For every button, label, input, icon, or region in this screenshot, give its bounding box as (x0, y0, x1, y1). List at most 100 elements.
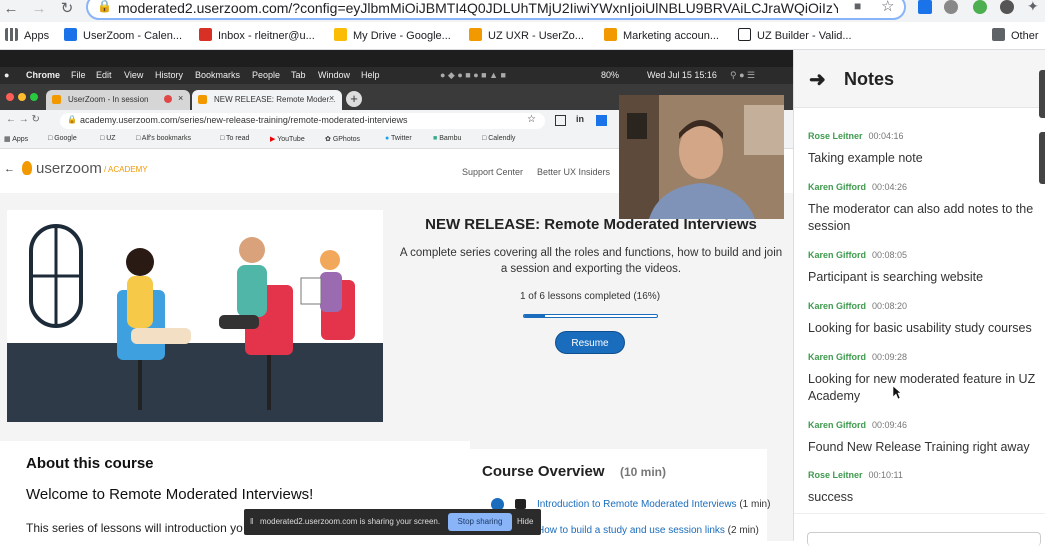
webcam-feed (619, 95, 784, 219)
note-timestamp[interactable]: 00:08:05 (872, 250, 907, 260)
drive-icon (334, 28, 347, 41)
site-logo: userzoom (36, 160, 102, 177)
overview-duration: (10 min) (620, 465, 667, 479)
bookmark-apps[interactable]: Apps (5, 28, 49, 42)
inner-nav-icons: ← → ↻ (6, 114, 40, 125)
hide-share-banner-button: Hide (517, 517, 534, 526)
bookmark-uz-uxr[interactable]: UZ UXR - UserZo... (469, 28, 584, 42)
menu-bookmarks: Bookmarks (195, 70, 241, 80)
note-timestamp[interactable]: 00:04:26 (872, 182, 907, 192)
puzzle-icon[interactable]: ✦ (1027, 0, 1039, 15)
extension-icon (555, 115, 566, 126)
share-banner-text: moderated2.userzoom.com is sharing your … (260, 517, 441, 526)
course-illustration-art (7, 224, 383, 422)
extension-icon[interactable] (973, 0, 987, 14)
back-arrow-icon[interactable]: ← (2, 0, 20, 18)
overview-heading: Course Overview (482, 463, 605, 480)
bookmark-uz-builder[interactable]: UZ Builder - Valid... (738, 28, 852, 42)
notes-panel: ➜ Notes Rose Leitner 00:04:16 Taking exam… (793, 50, 1045, 546)
note-item: Rose Leitner 00:10:11 success (808, 465, 1044, 506)
lesson-1: Introduction to Remote Moderated Intervi… (537, 499, 771, 510)
browser-toolbar: ← → ↻ 🔒 moderated2.userzoom.com/?config=… (0, 0, 1045, 22)
note-author: Karen Gifford (808, 182, 867, 192)
mouse-cursor-icon (893, 386, 901, 399)
note-input[interactable] (807, 532, 1041, 546)
menu-edit: Edit (96, 70, 112, 80)
star-icon[interactable]: ☆ (881, 0, 894, 15)
note-item: Karen Gifford 00:09:46 Found New Release … (808, 415, 1044, 456)
bookmark-drive[interactable]: My Drive - Google... (334, 28, 451, 42)
camera-icon[interactable]: ■ (854, 0, 861, 13)
side-handle[interactable] (1039, 132, 1045, 184)
close-icon: × (178, 93, 184, 103)
forward-arrow-icon[interactable]: → (30, 0, 48, 18)
divider (794, 513, 1045, 514)
note-item: Karen Gifford 00:08:05 Participant is sea… (808, 245, 1044, 286)
wordpress-icon[interactable] (1000, 0, 1014, 14)
welcome-heading: Welcome to Remote Moderated Interviews! (26, 486, 314, 503)
inner-bookmark: ▦ Apps (4, 136, 29, 143)
note-text: Looking for basic usability study course… (808, 321, 1032, 335)
lock-icon: 🔒 (97, 0, 112, 13)
note-timestamp[interactable]: 00:09:46 (872, 420, 907, 430)
menu-file: File (71, 70, 86, 80)
address-bar[interactable]: 🔒 moderated2.userzoom.com/?config=eyJlbm… (86, 0, 906, 20)
address-bar-url: moderated2.userzoom.com/?config=eyJlbmMi… (118, 0, 838, 16)
extension-icon (596, 115, 607, 126)
userzoom-icon (198, 95, 207, 104)
apps-grid-icon (5, 28, 18, 41)
inner-bookmark: ■ Bambu (433, 135, 462, 142)
video-icon (515, 499, 526, 509)
shared-screen: ● Chrome File Edit View History Bookmark… (0, 50, 793, 541)
inner-bookmark: □ Calendly (482, 135, 516, 142)
note-timestamp[interactable]: 00:08:20 (872, 301, 907, 311)
bookmark-marketing[interactable]: Marketing accoun... (604, 28, 719, 42)
mac-menu-bar: ● Chrome File Edit View History Bookmark… (0, 67, 793, 84)
reload-icon[interactable]: ↻ (58, 0, 76, 18)
webcam-image (619, 95, 784, 219)
star-icon: ☆ (527, 114, 536, 125)
inner-bookmark: ▶ YouTube (270, 136, 305, 143)
lesson-2: How to build a study and use session lin… (537, 525, 759, 536)
extension-icon[interactable] (918, 0, 932, 14)
note-timestamp[interactable]: 00:10:11 (869, 470, 903, 480)
spotlight-icon: ⚲ ● ☰ (730, 70, 756, 80)
note-item: Rose Leitner 00:04:16 Taking example note (808, 126, 1044, 167)
menu-view: View (124, 70, 144, 80)
note-author: Karen Gifford (808, 420, 867, 430)
note-text: success (808, 490, 854, 504)
side-handle[interactable] (1039, 70, 1045, 118)
inner-bookmark: ● Twitter (385, 135, 412, 142)
window-zoom-icon (30, 93, 38, 101)
note-text: Looking for new moderated feature in UZ … (808, 372, 1036, 403)
inner-bookmark: □ Alf's bookmarks (136, 135, 191, 142)
collapse-arrow-icon[interactable]: ➜ (809, 67, 826, 92)
battery-level: 80% (601, 70, 620, 80)
bookmark-inbox[interactable]: Inbox - rleitner@u... (199, 28, 315, 42)
bookmark-other[interactable]: Other (992, 28, 1039, 42)
note-text: The moderator can also add notes to the … (808, 202, 1034, 233)
progress-bar (523, 314, 658, 318)
note-author: Rose Leitner (808, 131, 863, 141)
progress-bar-fill (524, 315, 546, 317)
note-author: Rose Leitner (808, 470, 863, 480)
note-timestamp[interactable]: 00:04:16 (869, 131, 904, 141)
inner-bookmark: □ To read (220, 135, 250, 142)
note-text: Taking example note (808, 151, 923, 165)
note-author: Karen Gifford (808, 250, 867, 260)
window-minimize-icon (18, 93, 26, 101)
recording-icon (164, 95, 172, 103)
inner-url-field: 🔒 academy.userzoom.com/series/new-releas… (60, 113, 545, 129)
progress-text: 1 of 6 lessons completed (16%) (519, 291, 661, 302)
adblock-icon[interactable] (944, 0, 958, 14)
inner-bookmark: □ UZ (100, 135, 116, 142)
userzoom-owl-icon (22, 161, 32, 175)
bookmark-calendar[interactable]: UserZoom - Calen... (64, 28, 182, 42)
notes-title: Notes (844, 69, 895, 89)
linkedin-icon: in (576, 114, 584, 124)
nav-better-ux-insiders: Better UX Insiders (537, 167, 611, 177)
notes-header: ➜ Notes (794, 50, 1045, 108)
inner-tab-session: UserZoom - In session × (46, 90, 190, 110)
apps-grid-icon: ▦ (4, 136, 13, 143)
note-timestamp[interactable]: 00:09:28 (872, 352, 907, 362)
